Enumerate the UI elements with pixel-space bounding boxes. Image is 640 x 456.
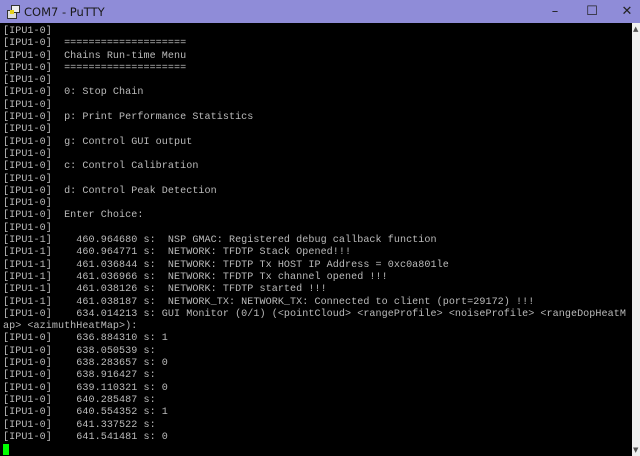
terminal-line: [IPU1-0] g: Control GUI output <box>3 136 193 148</box>
terminal-line: [IPU1-0] 641.337522 s: <box>3 419 156 431</box>
terminal-line: [IPU1-0] Chains Run-time Menu <box>3 50 187 62</box>
scroll-up-icon[interactable]: ▲ <box>633 25 638 33</box>
terminal-line: [IPU1-0] 640.285487 s: <box>3 394 156 406</box>
terminal-line: [IPU1-0] 0: Stop Chain <box>3 87 144 99</box>
scroll-down-icon[interactable]: ▼ <box>633 446 638 454</box>
terminal-line: [IPU1-0] 641.541481 s: 0 <box>3 431 168 443</box>
terminal-line: [IPU1-0] ==================== <box>3 62 187 74</box>
terminal-line: [IPU1-0] d: Control Peak Detection <box>3 185 217 197</box>
terminal-cursor <box>3 444 9 456</box>
terminal-line: [IPU1-0] 640.554352 s: 1 <box>3 407 168 419</box>
terminal-line: [IPU1-0] 636.884310 s: 1 <box>3 333 168 345</box>
terminal-line: [IPU1-0] 638.916427 s: <box>3 370 156 382</box>
terminal-line: [IPU1-0] ==================== <box>3 38 187 50</box>
terminal-line: [IPU1-0] Enter Choice: <box>3 210 144 222</box>
terminal-line: [IPU1-1] 461.036966 s: NETWORK: TFDTP Tx… <box>3 271 388 283</box>
window-title: COM7 - PuTTY <box>24 4 105 19</box>
terminal-lines: [IPU1-0] [IPU1-0] ==================== [IP… <box>3 26 626 456</box>
scrollbar[interactable]: ▲ ▼ <box>632 23 640 456</box>
terminal-line: [IPU1-0] c: Control Calibration <box>3 161 199 173</box>
terminal-line: [IPU1-0] 634.014213 s: GUI Monitor (0/1)… <box>3 308 626 320</box>
terminal-line: [IPU1-1] 460.964771 s: NETWORK: TFDTP St… <box>3 247 352 259</box>
terminal-line: [IPU1-1] 461.036844 s: NETWORK: TFDTP Tx… <box>3 259 449 271</box>
terminal-line: [IPU1-1] 460.964680 s: NSP GMAC: Registe… <box>3 235 437 247</box>
terminal-line: [IPU1-0] <box>3 173 52 185</box>
minimize-button[interactable]: – <box>540 0 570 23</box>
terminal-line: [IPU1-0] <box>3 26 52 37</box>
terminal-line: [IPU1-1] 461.038126 s: NETWORK: TFDTP st… <box>3 284 327 296</box>
terminal-line: [IPU1-0] <box>3 99 52 111</box>
close-button[interactable]: ✕ <box>612 0 640 23</box>
putty-icon <box>6 4 20 19</box>
terminal-line: [IPU1-0] <box>3 124 52 136</box>
terminal-output[interactable]: [IPU1-0] [IPU1-0] ==================== [IP… <box>0 23 632 456</box>
terminal-line: ap> <azimuthHeatMap>): <box>3 321 138 333</box>
terminal-line: [IPU1-0] <box>3 148 52 160</box>
title-bar[interactable]: COM7 - PuTTY – ☐ ✕ <box>0 0 640 23</box>
terminal-line: [IPU1-0] 638.283657 s: 0 <box>3 358 168 370</box>
terminal-line: [IPU1-0] <box>3 222 52 234</box>
maximize-button[interactable]: ☐ <box>577 0 607 23</box>
terminal-line: [IPU1-0] 638.050539 s: <box>3 345 156 357</box>
terminal-line: [IPU1-0] <box>3 198 52 210</box>
terminal-line: [IPU1-1] 461.038187 s: NETWORK_TX: NETWO… <box>3 296 535 308</box>
terminal-line: [IPU1-0] 639.110321 s: 0 <box>3 382 168 394</box>
terminal-line: [IPU1-0] <box>3 75 52 87</box>
terminal-line: [IPU1-0] p: Print Performance Statistics <box>3 112 254 124</box>
